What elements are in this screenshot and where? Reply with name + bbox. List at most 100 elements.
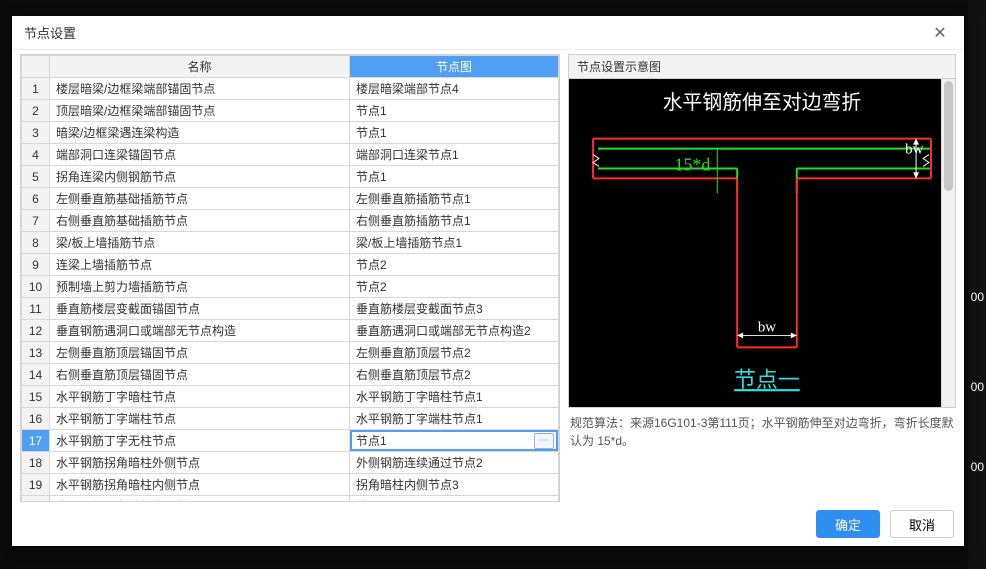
row-name[interactable]: 水平钢筋丁字端柱节点 [50, 408, 350, 430]
row-node[interactable]: 左侧垂直筋插筋节点1 [350, 188, 559, 210]
col-index-header [22, 56, 50, 78]
row-index: 8 [22, 232, 50, 254]
row-name[interactable]: 连梁上墙插筋节点 [50, 254, 350, 276]
bg-num: 00 [971, 460, 984, 474]
row-name[interactable]: 水平钢筋丁字暗柱节点 [50, 386, 350, 408]
dialog-title: 节点设置 [24, 23, 76, 42]
table-row[interactable]: 16水平钢筋丁字端柱节点水平钢筋丁字端柱节点1 [22, 408, 559, 430]
row-name[interactable]: 楼层暗梁/边框梁端部锚固节点 [50, 78, 350, 100]
table-row[interactable]: 11垂直筋楼层变截面锚固节点垂直筋楼层变截面节点3 [22, 298, 559, 320]
col-name-header[interactable]: 名称 [50, 56, 350, 78]
table-row[interactable]: 4端部洞口连梁锚固节点端部洞口连梁节点1 [22, 144, 559, 166]
row-node[interactable]: 节点2 [350, 254, 559, 276]
table-row[interactable]: 8梁/板上墙插筋节点梁/板上墙插筋节点1 [22, 232, 559, 254]
table-row[interactable]: 20水平钢筋拐角端柱外侧节点节点3 [22, 496, 559, 503]
row-index: 9 [22, 254, 50, 276]
row-index: 14 [22, 364, 50, 386]
row-node[interactable]: 右侧垂直筋插筋节点1 [350, 210, 559, 232]
row-node[interactable]: 节点1 [350, 166, 559, 188]
table-row[interactable]: 17水平钢筋丁字无柱节点节点1 ⋯ [22, 430, 559, 452]
table-row[interactable]: 7右侧垂直筋基础插筋节点右侧垂直筋插筋节点1 [22, 210, 559, 232]
close-icon[interactable]: ✕ [928, 23, 952, 43]
row-index: 11 [22, 298, 50, 320]
row-name[interactable]: 预制墙上剪力墙插筋节点 [50, 276, 350, 298]
row-node[interactable]: 左侧垂直筋顶层节点2 [350, 342, 559, 364]
table-row[interactable]: 6左侧垂直筋基础插筋节点左侧垂直筋插筋节点1 [22, 188, 559, 210]
table-row[interactable]: 5拐角连梁内侧钢筋节点节点1 [22, 166, 559, 188]
row-name[interactable]: 垂直钢筋遇洞口或端部无节点构造 [50, 320, 350, 342]
row-index: 7 [22, 210, 50, 232]
row-node[interactable]: 外侧钢筋连续通过节点2 [350, 452, 559, 474]
row-name[interactable]: 左侧垂直筋基础插筋节点 [50, 188, 350, 210]
row-index: 12 [22, 320, 50, 342]
row-name[interactable]: 水平钢筋拐角暗柱内侧节点 [50, 474, 350, 496]
table-row[interactable]: 3暗梁/边框梁遇连梁构造节点1 [22, 122, 559, 144]
table-row[interactable]: 1楼层暗梁/边框梁端部锚固节点楼层暗梁端部节点4 [22, 78, 559, 100]
row-node[interactable]: 节点1 [350, 100, 559, 122]
row-node[interactable]: 梁/板上墙插筋节点1 [350, 232, 559, 254]
bg-num: 00 [971, 290, 984, 304]
bg-num: 00 [971, 380, 984, 394]
row-index: 10 [22, 276, 50, 298]
row-name[interactable]: 右侧垂直筋基础插筋节点 [50, 210, 350, 232]
table-row[interactable]: 13左侧垂直筋顶层锚固节点左侧垂直筋顶层节点2 [22, 342, 559, 364]
row-name[interactable]: 端部洞口连梁锚固节点 [50, 144, 350, 166]
row-node[interactable]: 端部洞口连梁节点1 [350, 144, 559, 166]
node-table[interactable]: 名称 节点图 1楼层暗梁/边框梁端部锚固节点楼层暗梁端部节点42顶层暗梁/边框梁… [20, 54, 560, 502]
row-node[interactable]: 节点3 [350, 496, 559, 503]
row-node[interactable]: 水平钢筋丁字暗柱节点1 [350, 386, 559, 408]
row-name[interactable]: 暗梁/边框梁遇连梁构造 [50, 122, 350, 144]
row-name[interactable]: 垂直筋楼层变截面锚固节点 [50, 298, 350, 320]
node-edit-input[interactable]: 节点1 ⋯ [350, 430, 558, 451]
row-index: 19 [22, 474, 50, 496]
row-index: 18 [22, 452, 50, 474]
row-index: 2 [22, 100, 50, 122]
row-name[interactable]: 梁/板上墙插筋节点 [50, 232, 350, 254]
table-row[interactable]: 19水平钢筋拐角暗柱内侧节点拐角暗柱内侧节点3 [22, 474, 559, 496]
row-index: 16 [22, 408, 50, 430]
row-index: 15 [22, 386, 50, 408]
algorithm-desc: 规范算法：来源16G101-3第111页；水平钢筋伸至对边弯折，弯折长度默认为 … [568, 408, 956, 456]
row-node[interactable]: 右侧垂直筋顶层节点2 [350, 364, 559, 386]
row-name[interactable]: 顶层暗梁/边框梁端部锚固节点 [50, 100, 350, 122]
node-edit-value: 节点1 [356, 432, 387, 449]
table-row[interactable]: 9连梁上墙插筋节点节点2 [22, 254, 559, 276]
col-node-header[interactable]: 节点图 [350, 56, 559, 78]
diagram-title-text: 水平钢筋伸至对边弯折 [663, 92, 862, 114]
row-node[interactable]: 水平钢筋丁字端柱节点1 [350, 408, 559, 430]
row-node[interactable]: 节点2 [350, 276, 559, 298]
row-index: 3 [22, 122, 50, 144]
row-node[interactable]: 楼层暗梁端部节点4 [350, 78, 559, 100]
table-row[interactable]: 12垂直钢筋遇洞口或端部无节点构造垂直筋遇洞口或端部无节点构造2 [22, 320, 559, 342]
table-row[interactable]: 2顶层暗梁/边框梁端部锚固节点节点1 [22, 100, 559, 122]
table-row[interactable]: 14右侧垂直筋顶层锚固节点右侧垂直筋顶层节点2 [22, 364, 559, 386]
row-node[interactable]: 垂直筋遇洞口或端部无节点构造2 [350, 320, 559, 342]
table-row[interactable]: 10预制墙上剪力墙插筋节点节点2 [22, 276, 559, 298]
row-node[interactable]: 节点1 [350, 122, 559, 144]
table-row[interactable]: 15水平钢筋丁字暗柱节点水平钢筋丁字暗柱节点1 [22, 386, 559, 408]
row-node[interactable]: 拐角暗柱内侧节点3 [350, 474, 559, 496]
cancel-button[interactable]: 取消 [890, 510, 954, 538]
preview-scroll-thumb[interactable] [944, 81, 953, 191]
row-name[interactable]: 水平钢筋丁字无柱节点 [50, 430, 350, 452]
table-row[interactable]: 18水平钢筋拐角暗柱外侧节点外侧钢筋连续通过节点2 [22, 452, 559, 474]
row-index: 4 [22, 144, 50, 166]
row-node[interactable]: 垂直筋楼层变截面节点3 [350, 298, 559, 320]
svg-text:bw: bw [905, 142, 923, 158]
row-index: 20 [22, 496, 50, 503]
ok-button[interactable]: 确定 [816, 510, 880, 538]
row-name[interactable]: 右侧垂直筋顶层锚固节点 [50, 364, 350, 386]
more-icon[interactable]: ⋯ [534, 433, 554, 449]
preview-title: 节点设置示意图 [568, 54, 956, 78]
row-name[interactable]: 水平钢筋拐角暗柱外侧节点 [50, 452, 350, 474]
diagram: 水平钢筋伸至对边弯折 [568, 78, 956, 408]
svg-text:节点一: 节点一 [734, 368, 800, 392]
row-index: 1 [22, 78, 50, 100]
row-name[interactable]: 左侧垂直筋顶层锚固节点 [50, 342, 350, 364]
row-index: 13 [22, 342, 50, 364]
row-node[interactable]: 节点1 ⋯ [350, 430, 559, 452]
row-name[interactable]: 拐角连梁内侧钢筋节点 [50, 166, 350, 188]
row-name[interactable]: 水平钢筋拐角端柱外侧节点 [50, 496, 350, 503]
row-index: 17 [22, 430, 50, 452]
preview-scrollbar[interactable] [941, 79, 955, 407]
